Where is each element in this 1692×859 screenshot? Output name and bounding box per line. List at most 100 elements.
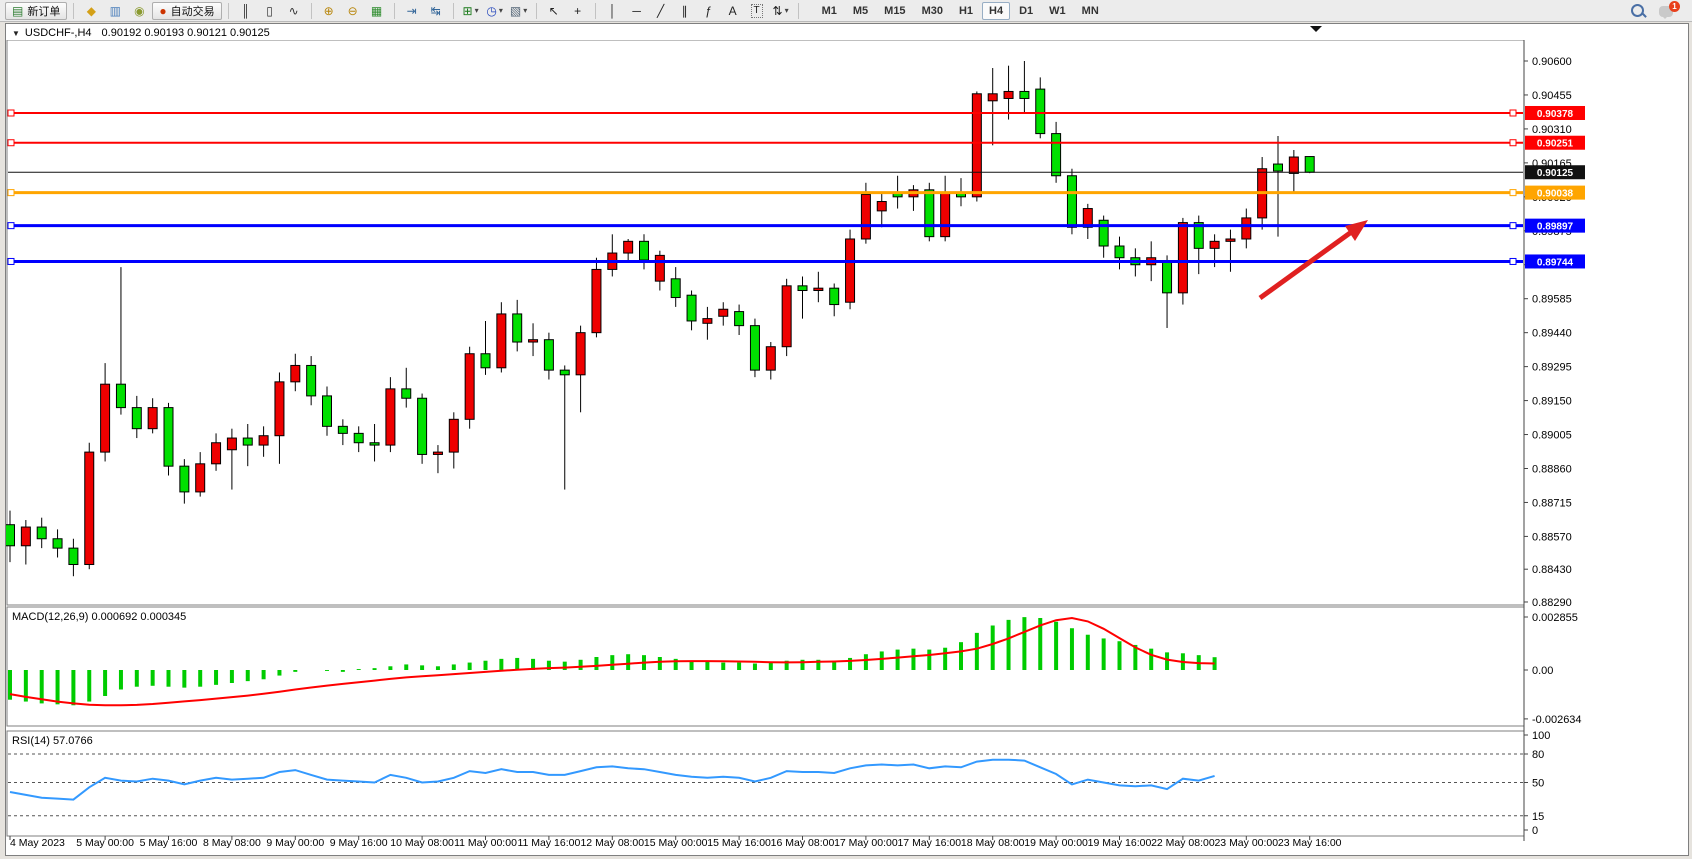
fibonacci-button[interactable]: ƒ: [698, 2, 720, 20]
timeframe-m30-button[interactable]: M30: [915, 2, 950, 20]
chart-shift-marker[interactable]: [1310, 26, 1322, 32]
arrows-icon: ⇅: [773, 5, 783, 17]
time-tick-label: 8 May 08:00: [203, 837, 261, 849]
periods-button[interactable]: ◷▾: [484, 2, 506, 20]
candlestick-chart-button[interactable]: ▯: [259, 2, 281, 20]
notification-badge: 1: [1669, 1, 1680, 12]
chart-shift-button[interactable]: ↹: [425, 2, 447, 20]
timeframe-mn-button[interactable]: MN: [1075, 2, 1106, 20]
chart-title[interactable]: ▼ USDCHF-,H4 0.90192 0.90193 0.90121 0.9…: [12, 26, 270, 40]
rsi-axis-label: 100: [1532, 730, 1550, 742]
vertical-line-button[interactable]: │: [602, 2, 624, 20]
bar-chart-button[interactable]: ║: [235, 2, 257, 20]
rsi-label: RSI(14) 57.0766: [12, 735, 93, 747]
time-axis[interactable]: 4 May 20235 May 00:005 May 16:008 May 08…: [10, 836, 1342, 849]
search-button[interactable]: [1628, 1, 1648, 21]
autotrading-button[interactable]: ●自动交易: [152, 2, 221, 20]
candle-up: [433, 452, 442, 454]
time-tick-label: 15 May 00:00: [644, 837, 708, 849]
timeframe-m5-button[interactable]: M5: [846, 2, 875, 20]
candle-up: [85, 452, 94, 564]
vertical-line-icon: │: [609, 5, 617, 17]
text-icon: A: [729, 5, 737, 17]
toolbar-separator: [536, 3, 537, 19]
indicators-button[interactable]: ⊞▾: [460, 2, 482, 20]
text-button[interactable]: A: [722, 2, 744, 20]
hline-handle-right[interactable]: [1510, 223, 1516, 229]
price-tick-label: 0.90455: [1532, 90, 1572, 102]
candle-up: [1242, 218, 1251, 239]
metaeditor-button[interactable]: ◆: [80, 2, 102, 20]
price-tick-label: 0.88570: [1532, 531, 1572, 543]
candle-up: [101, 384, 110, 452]
candle-up: [782, 286, 791, 347]
candle-down: [338, 426, 347, 433]
tile-windows-button[interactable]: ▦: [366, 2, 388, 20]
cursor-button[interactable]: ↖: [543, 2, 565, 20]
chart-window: ▼ USDCHF-,H4 0.90192 0.90193 0.90121 0.9…: [5, 23, 1689, 856]
trendline-button[interactable]: ╱: [650, 2, 672, 20]
toolbar-separator: [453, 3, 454, 19]
time-tick-label: 5 May 16:00: [140, 837, 198, 849]
chart-canvas[interactable]: 0.906000.904550.903100.901650.900200.898…: [6, 40, 1688, 855]
candle-down: [53, 539, 62, 548]
candle-down: [798, 286, 807, 291]
candle-up: [703, 319, 712, 324]
candle-up: [877, 202, 886, 211]
candle-down: [370, 443, 379, 445]
symbol-dropdown-icon[interactable]: ▼: [12, 29, 20, 38]
candle-up: [941, 192, 950, 236]
templates-button[interactable]: ▧▾: [508, 2, 530, 20]
hline-handle-left[interactable]: [8, 258, 14, 264]
horizontal-line-button[interactable]: ─: [626, 2, 648, 20]
hline-handle-left[interactable]: [8, 190, 14, 196]
time-tick-label: 10 May 08:00: [390, 837, 454, 849]
candle-up: [814, 288, 823, 290]
candle-down: [354, 433, 363, 442]
time-tick-label: 4 May 2023: [10, 837, 65, 849]
timeframe-w1-button[interactable]: W1: [1042, 2, 1073, 20]
notifications-button[interactable]: 1: [1658, 1, 1680, 21]
hline-handle-right[interactable]: [1510, 190, 1516, 196]
time-tick-label: 11 May 00:00: [454, 837, 517, 849]
timeframe-d1-button[interactable]: D1: [1012, 2, 1040, 20]
candle-up: [576, 333, 585, 375]
new-order-button[interactable]: ▤新订单: [5, 2, 67, 20]
arrows-button[interactable]: ⇅▾: [770, 2, 792, 20]
crosshair-button[interactable]: +: [567, 2, 589, 20]
crosshair-icon: +: [574, 5, 581, 17]
fibonacci-icon: ƒ: [705, 5, 712, 17]
timeframe-h4-button[interactable]: H4: [982, 2, 1010, 20]
candle-down: [735, 312, 744, 326]
candle-down: [1020, 91, 1029, 98]
timeframe-m15-button[interactable]: M15: [877, 2, 912, 20]
toolbar-separator: [798, 3, 799, 19]
chart-profile-button[interactable]: ▥: [104, 2, 126, 20]
hline-handle-right[interactable]: [1510, 258, 1516, 264]
time-tick-label: 18 May 08:00: [961, 837, 1025, 849]
toolbar-separator: [228, 3, 229, 19]
hline-handle-left[interactable]: [8, 110, 14, 116]
hline-handle-left[interactable]: [8, 140, 14, 146]
autotrading-label: 自动交易: [171, 3, 215, 19]
candle-up: [212, 443, 221, 464]
zoom-in-button[interactable]: ⊕: [318, 2, 340, 20]
hline-handle-right[interactable]: [1510, 110, 1516, 116]
equidistant-channel-button[interactable]: ∥: [674, 2, 696, 20]
candle-down: [1036, 89, 1045, 133]
time-tick-label: 23 May 00:00: [1214, 837, 1278, 849]
candle-down: [925, 190, 934, 237]
timeframe-h1-button[interactable]: H1: [952, 2, 980, 20]
text-label-button[interactable]: T: [746, 2, 768, 20]
line-chart-button[interactable]: ∿: [283, 2, 305, 20]
candle-down: [243, 438, 252, 445]
hline-handle-right[interactable]: [1510, 140, 1516, 146]
signals-button[interactable]: ◉: [128, 2, 150, 20]
zoom-out-button[interactable]: ⊖: [342, 2, 364, 20]
timeframe-m1-button[interactable]: M1: [815, 2, 844, 20]
candle-down: [6, 525, 15, 546]
auto-scroll-button[interactable]: ⇥: [401, 2, 423, 20]
price-tag-label: 0.90251: [1537, 139, 1574, 150]
candle-down: [1115, 246, 1124, 258]
hline-handle-left[interactable]: [8, 223, 14, 229]
